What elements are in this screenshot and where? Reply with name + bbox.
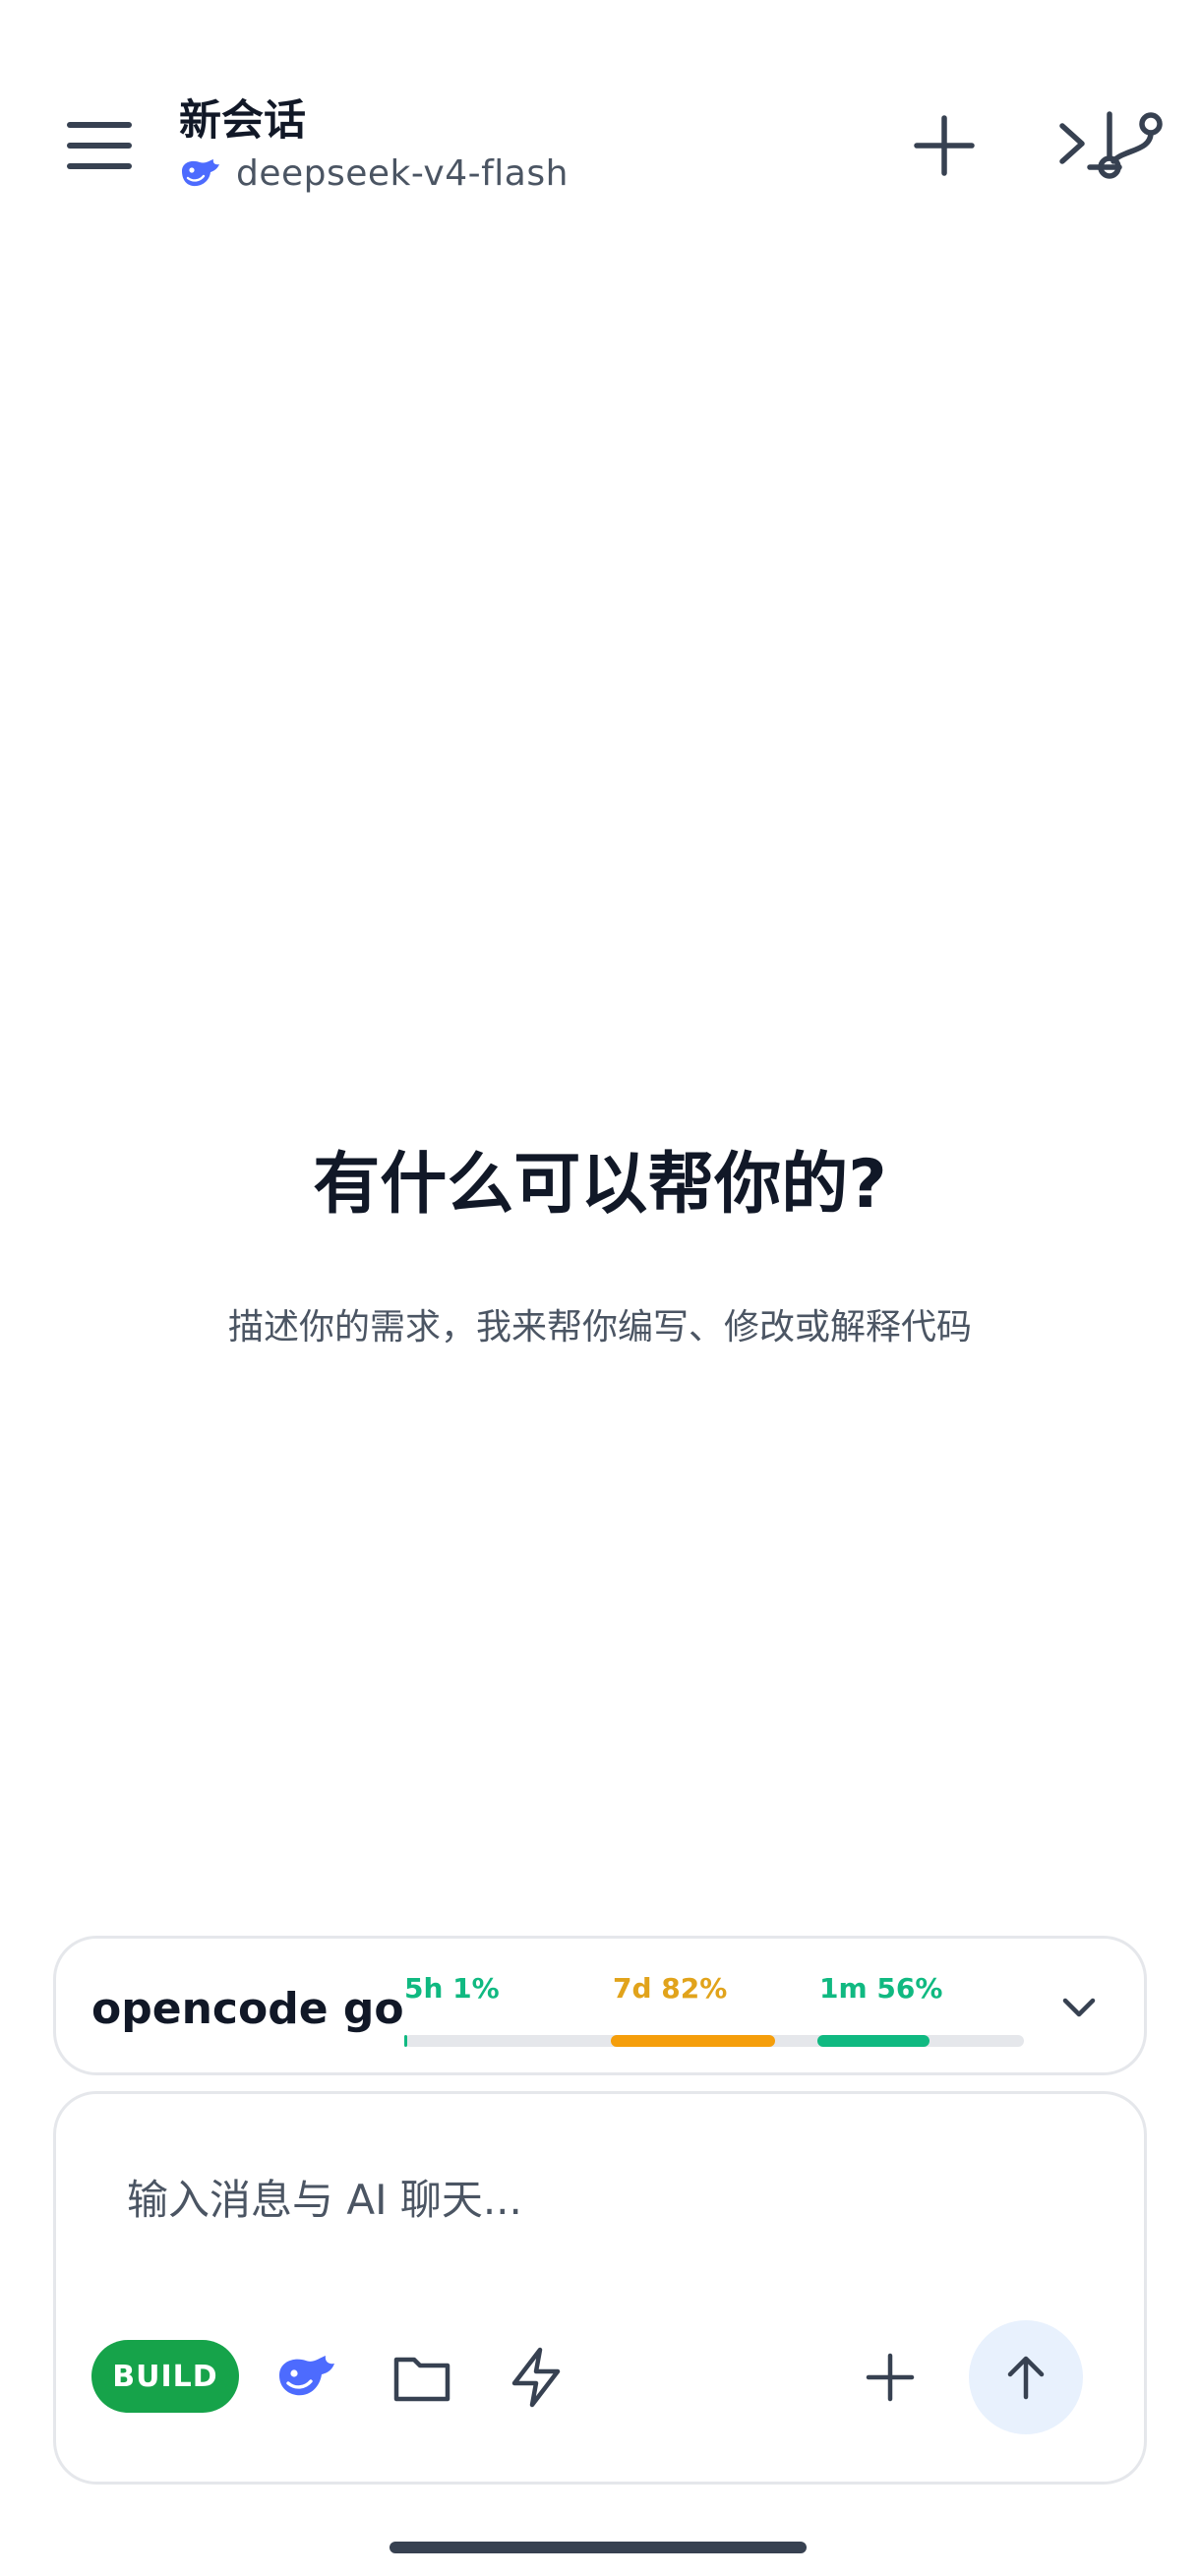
usage-card[interactable]: opencode go 5h 1% 7d 82% 1m 56% bbox=[53, 1936, 1147, 2075]
message-input[interactable] bbox=[127, 2165, 1012, 2234]
usage-fill-1m bbox=[817, 2035, 930, 2047]
model-name: deepseek-v4-flash bbox=[236, 152, 569, 194]
empty-state-subtitle: 描述你的需求，我来帮你编写、修改或解释代码 bbox=[227, 1307, 972, 1348]
composer-card: BUILD bbox=[53, 2091, 1147, 2485]
page: 新会话 deepseek-v4-flash 有什么可以帮你的? 描述你的需求，我… bbox=[0, 0, 1200, 2576]
send-button[interactable] bbox=[969, 2320, 1083, 2434]
usage-label-7d: 7d 82% bbox=[613, 1972, 728, 2005]
deepseek-whale-icon[interactable] bbox=[274, 2346, 337, 2409]
new-session-plus-icon[interactable] bbox=[909, 110, 980, 181]
attach-plus-icon[interactable] bbox=[859, 2346, 922, 2409]
session-title: 新会话 bbox=[179, 96, 306, 146]
usage-label-1m: 1m 56% bbox=[819, 1972, 943, 2005]
session-header[interactable]: 新会话 deepseek-v4-flash bbox=[179, 96, 569, 194]
folder-icon[interactable] bbox=[390, 2346, 453, 2409]
menu-icon[interactable] bbox=[65, 116, 134, 175]
usage-provider: opencode go bbox=[91, 1984, 404, 2034]
empty-state-title: 有什么可以帮你的? bbox=[313, 1146, 887, 1224]
usage-fill-7d bbox=[611, 2035, 776, 2047]
deepseek-whale-icon bbox=[182, 159, 219, 187]
arrow-up-icon bbox=[1007, 2356, 1045, 2400]
terminal-icon[interactable] bbox=[1054, 110, 1125, 181]
usage-label-5h: 5h 1% bbox=[404, 1972, 500, 2005]
usage-fill-5h bbox=[404, 2035, 407, 2047]
model-indicator[interactable]: deepseek-v4-flash bbox=[179, 153, 569, 194]
lightning-icon[interactable] bbox=[505, 2346, 568, 2409]
usage-meter-track bbox=[404, 2035, 1024, 2047]
build-mode-button[interactable]: BUILD bbox=[91, 2340, 239, 2413]
home-indicator bbox=[390, 2542, 807, 2553]
chevron-down-icon[interactable] bbox=[1053, 1982, 1105, 2033]
